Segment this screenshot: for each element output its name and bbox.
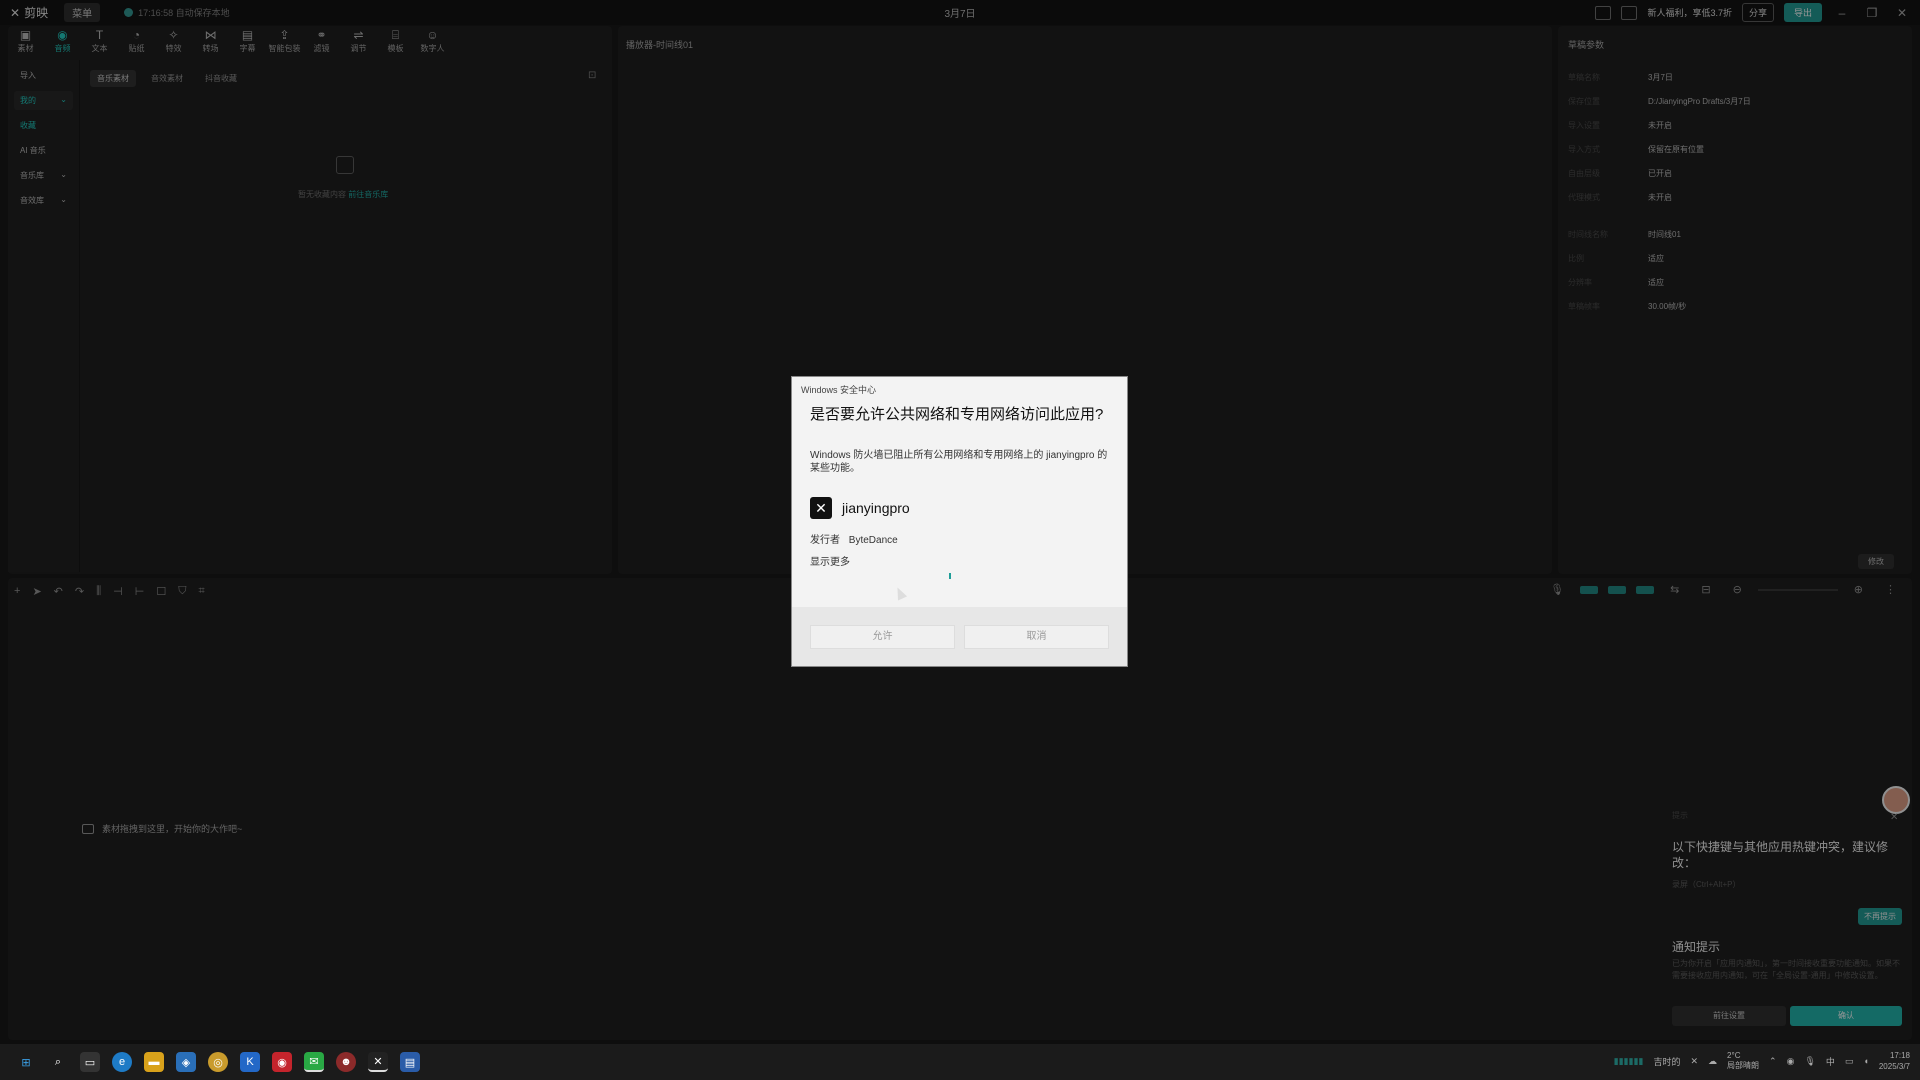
system-tray: ▮▮▮▮▮▮ 吉时的 ✕ ☁ 2°C 局部晴朗 ⌃ ◉ 🎙 中 ▭ ◖ 17:1… bbox=[1614, 1050, 1910, 1072]
jianying-taskbar-icon[interactable]: ✕ bbox=[368, 1052, 388, 1072]
microphone-tray-icon[interactable]: 🎙 bbox=[1804, 1056, 1815, 1067]
dialog-app-row: ✕ jianyingpro bbox=[810, 497, 910, 519]
task-view-icon[interactable]: ▭ bbox=[80, 1052, 100, 1072]
netease-music-icon[interactable]: ◉ bbox=[272, 1052, 292, 1072]
file-explorer-icon[interactable]: ▬ bbox=[144, 1052, 164, 1072]
input-method-icon[interactable]: 中 bbox=[1826, 1055, 1835, 1068]
show-more-link[interactable]: 显示更多 bbox=[810, 553, 850, 568]
tray-activity-indicator: ▮▮▮▮▮▮ bbox=[1613, 1055, 1644, 1066]
wechat-icon[interactable]: ✉ bbox=[304, 1052, 324, 1072]
weather-widget[interactable]: 2°C 局部晴朗 bbox=[1727, 1051, 1759, 1071]
windows-start-icon[interactable]: ⊞ bbox=[16, 1052, 36, 1072]
profile-app-icon[interactable]: ☻ bbox=[336, 1052, 356, 1072]
dialog-footer: 允许 取消 bbox=[792, 607, 1127, 666]
cancel-button[interactable]: 取消 bbox=[964, 625, 1109, 649]
system-clock[interactable]: 17:18 2025/3/7 bbox=[1879, 1050, 1910, 1072]
allow-button[interactable]: 允许 bbox=[810, 625, 955, 649]
dialog-app-name: jianyingpro bbox=[842, 500, 910, 516]
dialog-caption: Windows 安全中心 bbox=[801, 385, 877, 395]
loading-spinner-icon bbox=[949, 573, 951, 579]
tray-text: 吉时的 bbox=[1653, 1056, 1681, 1067]
network-icon[interactable]: ▭ bbox=[1845, 1056, 1854, 1067]
weather-icon: ☁ bbox=[1708, 1055, 1718, 1066]
store-icon[interactable]: ◈ bbox=[176, 1052, 196, 1072]
notes-app-icon[interactable]: ▤ bbox=[400, 1052, 420, 1072]
jianying-app-window: ✕ 剪映 菜单 17:16:58 自动保存本地 3月7日 新人福利，享低3.7折… bbox=[0, 0, 1920, 1044]
taskbar-apps: ⊞ ⌕ ▭ e ▬ ◈ ◎ K ◉ ✉ ☻ ✕ ▤ bbox=[16, 1052, 420, 1072]
location-icon[interactable]: ◉ bbox=[1787, 1056, 1795, 1067]
capcut-tray-icon[interactable]: ✕ bbox=[1691, 1056, 1699, 1067]
edge-browser-icon[interactable]: e bbox=[112, 1052, 132, 1072]
kugou-icon[interactable]: K bbox=[240, 1052, 260, 1072]
chevron-up-icon[interactable]: ⌃ bbox=[1769, 1056, 1777, 1067]
search-icon[interactable]: ⌕ bbox=[48, 1052, 68, 1072]
capcut-logo-icon: ✕ bbox=[810, 497, 832, 519]
chrome-icon[interactable]: ◎ bbox=[208, 1052, 228, 1072]
firewall-dialog: Windows 安全中心 是否要允许公共网络和专用网络访问此应用? Window… bbox=[791, 376, 1128, 667]
dialog-publisher: 发行者 ByteDance bbox=[810, 535, 898, 546]
windows-taskbar: ⊞ ⌕ ▭ e ▬ ◈ ◎ K ◉ ✉ ☻ ✕ ▤ ▮▮▮▮▮▮ 吉时的 ✕ ☁… bbox=[0, 1044, 1920, 1080]
dialog-heading: 是否要允许公共网络和专用网络访问此应用? bbox=[810, 406, 1104, 423]
volume-icon[interactable]: ◖ bbox=[1863, 1056, 1868, 1066]
dialog-body: Windows 防火墙已阻止所有公用网络和专用网络上的 jianyingpro … bbox=[810, 450, 1108, 474]
